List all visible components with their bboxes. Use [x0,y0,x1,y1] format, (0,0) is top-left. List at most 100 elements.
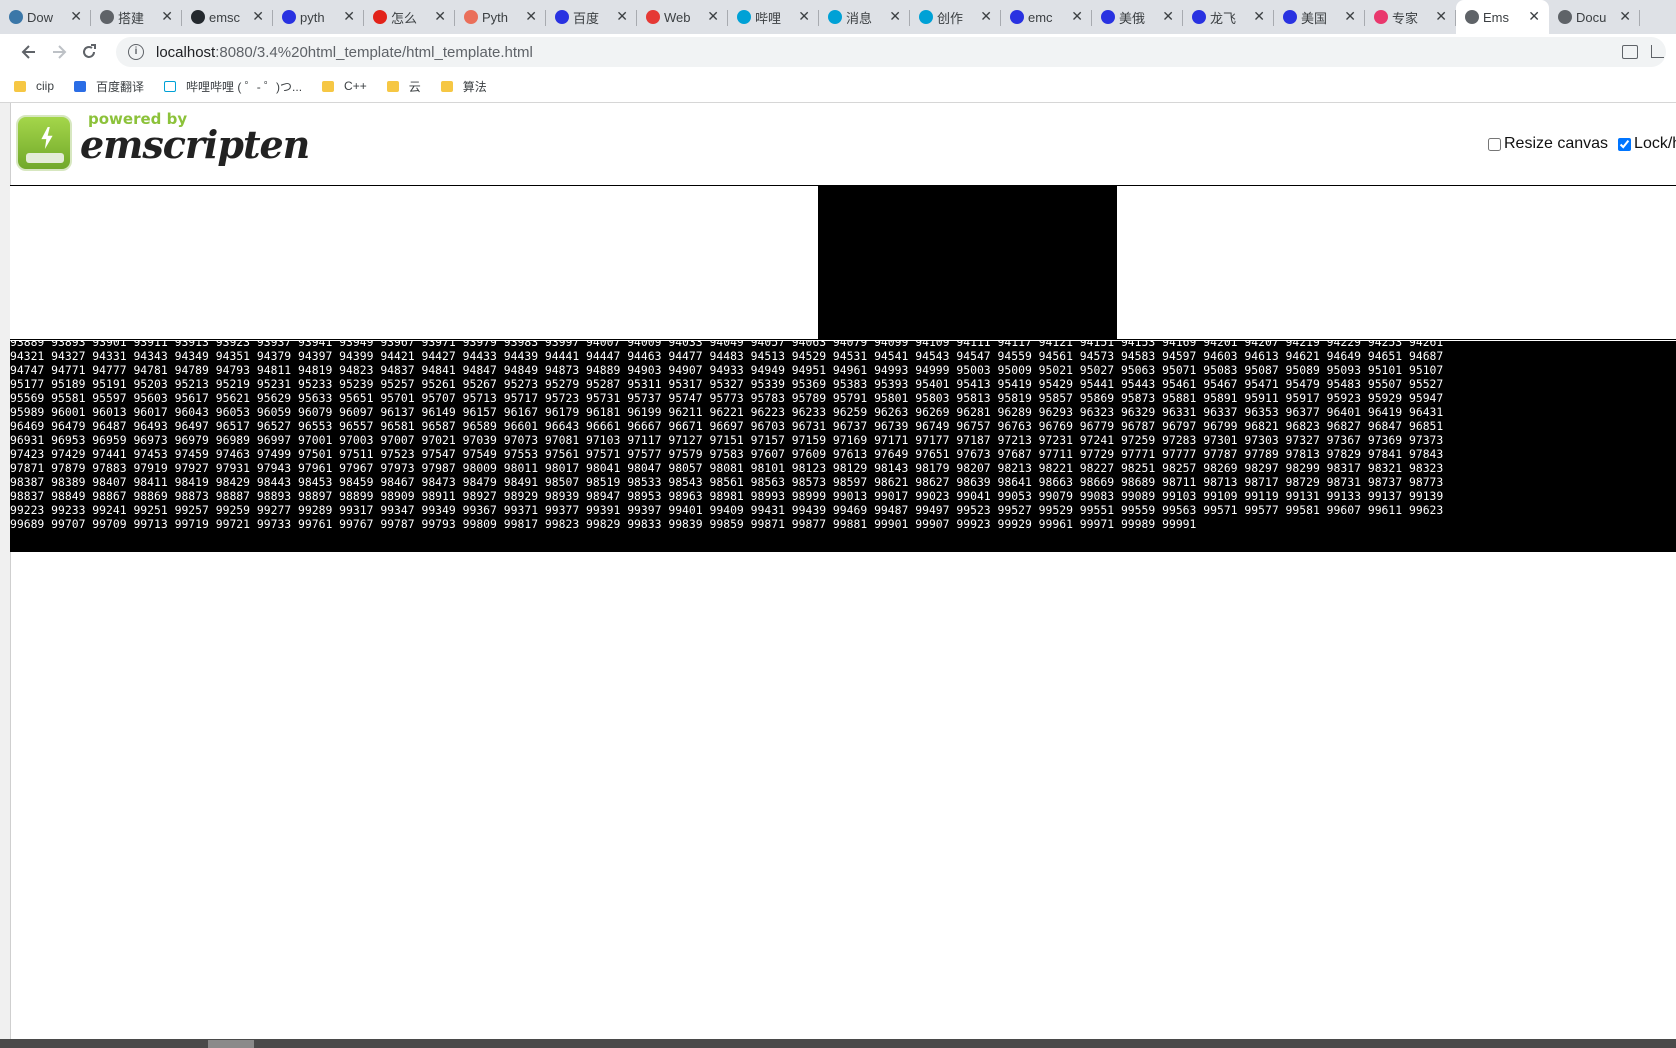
tab-title: 美国 [1301,10,1328,26]
tab-1[interactable]: 搭建 ✕ [91,0,182,34]
bilibili-icon [919,10,933,24]
bilibili-icon [737,10,751,24]
canvas-controls: Resize canvas Lock/h [1488,135,1676,153]
folder-icon [14,80,26,92]
tab-12[interactable]: 美俄 ✕ [1092,0,1183,34]
bookmark-label: ciip [36,79,55,93]
output-line: 96931 96953 96959 96973 96979 96989 9699… [10,433,1444,447]
output-line: 97871 97879 97883 97919 97927 97931 9794… [10,461,1444,475]
tab-14[interactable]: 美国 ✕ [1274,0,1365,34]
close-icon[interactable]: ✕ [1162,8,1174,25]
forward-button[interactable] [48,41,70,63]
close-icon[interactable]: ✕ [434,8,446,25]
tab-2[interactable]: emsc ✕ [182,0,273,34]
close-icon[interactable]: ✕ [980,8,992,25]
close-icon[interactable]: ✕ [798,8,810,25]
tab-11[interactable]: emc ✕ [1001,0,1092,34]
close-icon[interactable]: ✕ [1619,8,1631,25]
tab-title: pyth [300,9,325,25]
bookmark-1[interactable]: 百度翻译 [74,78,144,95]
tab-10[interactable]: 创作 ✕ [910,0,1001,34]
tab-9[interactable]: 消息 ✕ [819,0,910,34]
close-icon[interactable]: ✕ [1071,8,1083,25]
reload-button[interactable] [78,41,100,63]
tab-title: 搭建 [118,10,145,26]
resize-canvas-checkbox[interactable] [1488,137,1501,151]
output-line: 93889 93893 93901 93911 93913 93923 9393… [10,341,1444,349]
tab-title: Docu [1576,9,1607,25]
tab-title: Dow [27,9,54,25]
bookmark-5[interactable]: 算法 [440,78,487,95]
share-icon[interactable] [1651,45,1664,58]
lock-pointer-checkbox[interactable] [1618,137,1632,151]
close-icon[interactable]: ✕ [161,8,173,25]
tab-17[interactable]: Docu ✕ [1549,0,1640,34]
close-icon[interactable]: ✕ [252,8,264,25]
close-icon[interactable]: ✕ [70,8,82,25]
bookmark-2[interactable]: 哔哩哔哩 ( ゜- ゜)つ... [164,78,302,95]
tab-6[interactable]: 百度 ✕ [546,0,637,34]
output-line: 95989 96001 96013 96017 96043 96053 9605… [10,405,1444,419]
baidu-paw-icon [1192,10,1206,24]
tab-4[interactable]: 怎么 ✕ [364,0,455,34]
scrollbar-thumb[interactable] [208,1040,254,1048]
tab-title: Pyth [482,9,509,25]
tab-title: 美俄 [1119,10,1146,26]
close-icon[interactable]: ✕ [1253,8,1265,25]
bookmark-0[interactable]: ciip [14,79,54,93]
close-icon[interactable]: ✕ [707,8,719,25]
tab-15[interactable]: 专家 ✕ [1365,0,1456,34]
bookmarks-bar: ciip 百度翻译 哔哩哔哩 ( ゜- ゜)つ... C++ 云 算法 [0,70,1676,103]
info-icon[interactable]: i [128,44,144,60]
address-bar[interactable]: i localhost:8080/3.4%20html_template/htm… [116,37,1666,67]
output-line: 94321 94327 94331 94343 94349 94351 9437… [10,349,1444,363]
back-button[interactable] [18,41,40,63]
tab-16[interactable]: Ems ✕ [1456,0,1549,34]
url-path: :8080/3.4%20html_template/html_template.… [215,43,533,61]
output-line: 94747 94771 94777 94781 94789 94793 9481… [10,363,1444,377]
baidu-paw-icon [1101,10,1115,24]
console-output[interactable]: 93889 93893 93901 93911 93913 93923 9393… [10,341,1676,552]
tab-title: 龙飞 [1210,10,1237,26]
translate-icon[interactable] [1622,45,1638,59]
tab-5[interactable]: Pyth ✕ [455,0,546,34]
arrow-left-icon [21,45,35,59]
tab-13[interactable]: 龙飞 ✕ [1183,0,1274,34]
lock-pointer-label[interactable]: Lock/h [1634,135,1676,153]
resize-canvas-label[interactable]: Resize canvas [1504,135,1608,153]
bookmark-label: 百度翻译 [96,79,145,94]
emscripten-canvas[interactable] [10,185,1676,340]
bookmark-label: 哔哩哔哩 ( ゜- ゜)つ... [186,79,303,94]
tab-title: 专家 [1392,10,1419,26]
emscripten-logo[interactable]: powered by emscripten [16,110,310,174]
folder-icon [440,80,453,92]
horizontal-scrollbar[interactable] [0,1039,1676,1048]
tab-title: 消息 [846,10,873,26]
tab-3[interactable]: pyth ✕ [273,0,364,34]
close-icon[interactable]: ✕ [616,8,628,25]
tab-0[interactable]: Dow ✕ [0,0,91,34]
translate-icon [74,80,87,92]
close-icon[interactable]: ✕ [1528,8,1540,25]
folder-icon [386,80,399,92]
tab-8[interactable]: 哔哩 ✕ [728,0,819,34]
bookmark-3[interactable]: C++ [322,79,367,93]
output-line: 96469 96479 96487 96493 96497 96517 9652… [10,419,1444,433]
close-icon[interactable]: ✕ [1435,8,1447,25]
lightning-icon [41,127,53,149]
output-line: 95177 95189 95191 95203 95213 95219 9523… [10,377,1444,391]
close-icon[interactable]: ✕ [889,8,901,25]
close-icon[interactable]: ✕ [1344,8,1356,25]
tab-title: Ems [1483,9,1509,25]
close-icon[interactable]: ✕ [343,8,355,25]
output-line: 97423 97429 97441 97453 97459 97463 9749… [10,447,1444,461]
globe-icon [1558,10,1572,24]
logo-badge [16,115,72,171]
logo-slot [26,153,64,163]
g-icon [646,10,660,24]
close-icon[interactable]: ✕ [525,8,537,25]
tab-7[interactable]: Web ✕ [637,0,728,34]
bookmark-label: C++ [344,79,367,93]
bookmark-4[interactable]: 云 [386,78,421,95]
tab-title: 怎么 [391,10,418,26]
